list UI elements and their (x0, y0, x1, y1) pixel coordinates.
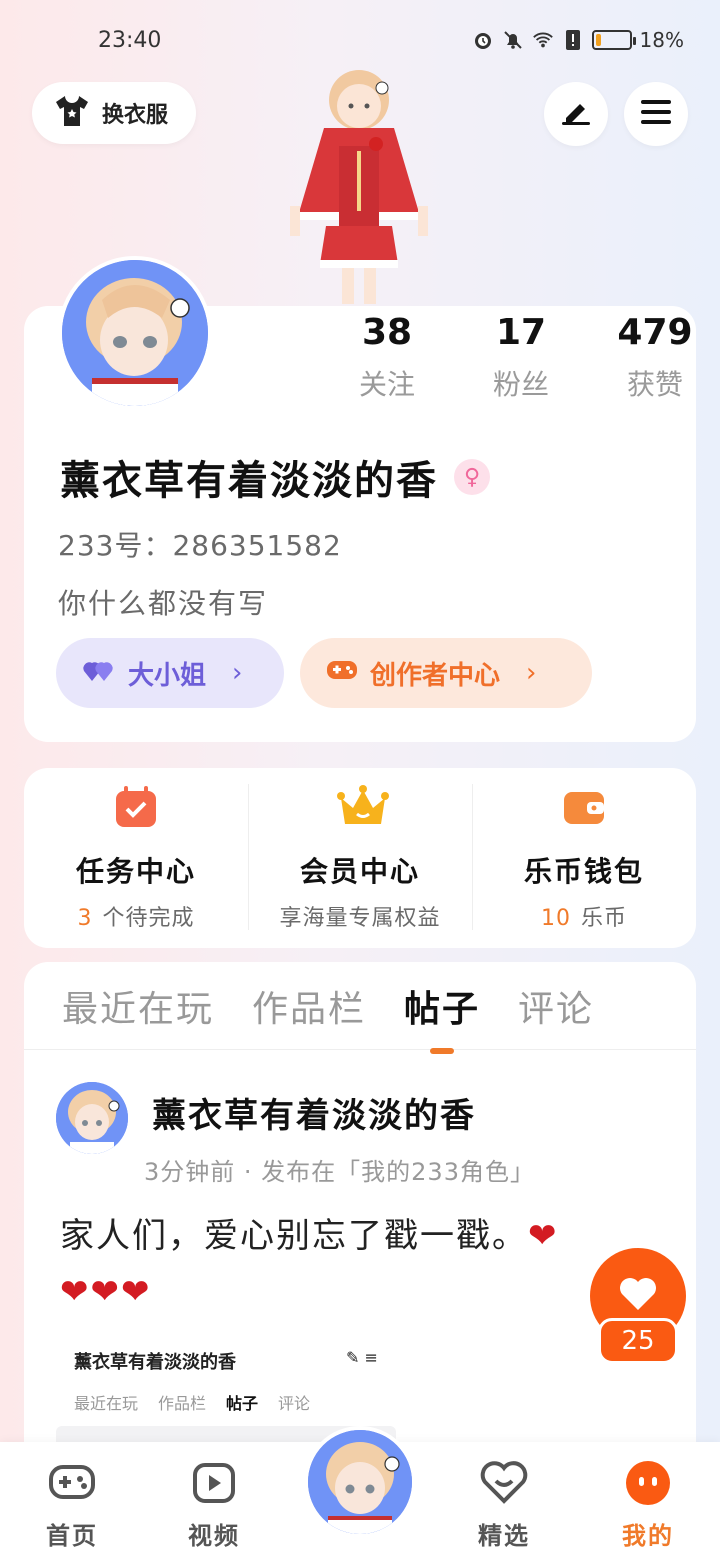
username-row: 薰衣草有着淡淡的香 ♀ (60, 448, 490, 506)
nav-label: 精选 (478, 1522, 530, 1550)
vip-center[interactable]: 会员中心 享海量专属权益 (248, 768, 472, 948)
nav-label: 首页 (46, 1522, 98, 1550)
service-sub-text: 乐币 (580, 906, 627, 931)
avatar-character-figure[interactable] (284, 66, 434, 306)
crown-icon (337, 784, 389, 830)
alarm-icon (472, 29, 494, 51)
profile-avatar[interactable] (58, 256, 212, 410)
change-outfit-button[interactable]: 换衣服 (32, 82, 196, 144)
post-author-name[interactable]: 薰衣草有着淡淡的香 (152, 1088, 476, 1137)
nav-featured[interactable]: 精选 (454, 1458, 554, 1551)
tab-comments[interactable]: 评论 (518, 980, 594, 1032)
profile-stats: 38 关注 17 粉丝 479 获赞 (320, 306, 720, 403)
female-gender-icon: ♀ (454, 459, 490, 495)
stat-followers[interactable]: 17 粉丝 (454, 306, 588, 403)
service-subtitle: 3 个待完成 (24, 900, 248, 932)
username: 薰衣草有着淡淡的香 (60, 458, 438, 504)
wallet-icon (561, 784, 607, 830)
post-body: 家人们，爱心别忘了戳一戳。 (60, 1216, 528, 1256)
preview-icons: ✎ ≡ (346, 1348, 378, 1367)
pen-icon (560, 98, 592, 130)
edit-profile-button[interactable] (544, 82, 608, 146)
service-subtitle: 10 乐币 (472, 900, 696, 932)
services-card: 任务中心 3 个待完成 会员中心 享海量专属权益 乐币钱包 10 乐币 (24, 768, 696, 948)
nav-home[interactable]: 首页 (22, 1458, 122, 1551)
stat-label: 关注 (358, 368, 415, 401)
stat-value: 17 (495, 312, 547, 353)
service-title: 会员中心 (299, 855, 420, 888)
content-tabs: 最近在玩 作品栏 帖子 评论 (24, 962, 696, 1054)
battery-icon (591, 30, 636, 50)
smiley-icon (623, 1458, 673, 1508)
stat-following[interactable]: 38 关注 (320, 306, 454, 403)
battery-text: 18% (639, 28, 684, 52)
heart-icon (618, 1276, 658, 1316)
status-icons: 18% (472, 28, 684, 52)
preview-tab: 帖子 (226, 1394, 259, 1413)
tab-recently-played[interactable]: 最近在玩 (62, 980, 214, 1032)
sim-alert-icon (562, 29, 584, 51)
preview-tab: 最近在玩 (74, 1394, 139, 1413)
nav-video[interactable]: 视频 (164, 1458, 264, 1551)
creator-center-button[interactable]: 创作者中心 › (300, 638, 592, 708)
stat-value: 38 (361, 312, 413, 353)
like-count: 25 (598, 1318, 678, 1364)
post-meta: 3分钟前 · 发布在「我的233角色」 (144, 1158, 535, 1186)
calendar-check-icon (113, 784, 159, 830)
menu-button[interactable] (624, 82, 688, 146)
chevron-right-icon: › (526, 658, 537, 688)
nav-label: 我的 (622, 1522, 674, 1550)
mute-icon (502, 29, 524, 51)
chevron-right-icon: › (232, 658, 243, 688)
preview-tabs: 最近在玩 作品栏 帖子 评论 (74, 1390, 310, 1414)
heart-emoji: ❤ (528, 1216, 559, 1256)
preview-tab: 评论 (278, 1394, 311, 1413)
coin-wallet[interactable]: 乐币钱包 10 乐币 (472, 768, 696, 948)
gamepad-icon (326, 658, 358, 689)
change-outfit-label: 换衣服 (102, 103, 169, 128)
service-subtitle: 享海量专属权益 (279, 906, 441, 931)
task-center[interactable]: 任务中心 3 个待完成 (24, 768, 248, 948)
stat-label: 获赞 (626, 368, 683, 401)
tab-posts[interactable]: 帖子 (404, 980, 480, 1054)
play-icon (189, 1458, 239, 1508)
preview-title: 薰衣草有着淡淡的香 (74, 1352, 236, 1373)
lady-title-label: 大小姐 (128, 660, 207, 691)
status-time: 23:40 (98, 28, 162, 53)
tshirt-icon (54, 94, 90, 132)
heart-badge-icon (479, 1458, 529, 1508)
wifi-icon (532, 29, 554, 51)
preview-tab: 作品栏 (158, 1394, 207, 1413)
nav-avatar-button[interactable] (304, 1426, 416, 1538)
service-sub-text: 个待完成 (102, 906, 195, 931)
stat-label: 粉丝 (492, 368, 549, 401)
hamburger-icon (640, 99, 672, 129)
service-title: 乐币钱包 (523, 855, 644, 888)
stat-value: 479 (617, 312, 693, 353)
service-count: 10 (540, 906, 571, 931)
gamepad-icon (47, 1458, 97, 1508)
service-count: 3 (77, 906, 93, 931)
user-bio[interactable]: 你什么都没有写 (58, 582, 268, 622)
heart-emojis: ❤❤❤ (60, 1272, 152, 1312)
post-text[interactable]: 家人们，爱心别忘了戳一戳。❤ ❤❤❤ (60, 1208, 660, 1320)
lady-title-button[interactable]: 大小姐 › (56, 638, 284, 708)
double-heart-icon (82, 657, 116, 690)
stat-likes[interactable]: 479 获赞 (588, 306, 720, 403)
creator-center-label: 创作者中心 (370, 660, 501, 691)
post-author-avatar[interactable] (56, 1082, 128, 1154)
user-id[interactable]: 233号：286351582 (58, 524, 342, 564)
nav-mine[interactable]: 我的 (598, 1458, 698, 1551)
battery-fill (595, 34, 602, 46)
tab-works[interactable]: 作品栏 (252, 980, 366, 1032)
nav-label: 视频 (188, 1522, 240, 1550)
service-title: 任务中心 (75, 855, 196, 888)
